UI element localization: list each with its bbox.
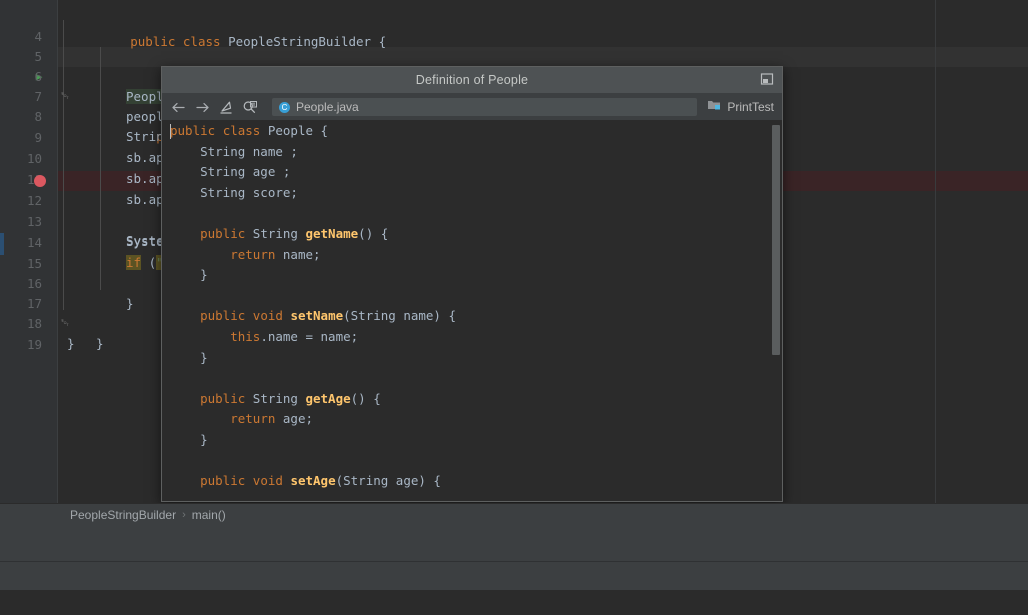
popup-code-line: public String getName() {: [170, 224, 388, 245]
popup-code-line: public void setName(String name) {: [170, 306, 456, 327]
popup-code-view[interactable]: public class People { String name ; Stri…: [162, 121, 782, 501]
breakpoint-icon[interactable]: [34, 175, 46, 187]
popup-scrollbar-thumb[interactable]: [772, 125, 780, 355]
popup-module-name: PrintTest: [727, 100, 774, 114]
popup-code-line: String name ;: [170, 142, 298, 163]
popup-code-line: return name;: [170, 245, 321, 266]
popup-code-line: public class People {: [170, 121, 328, 142]
popup-code-line: String score;: [170, 183, 298, 204]
popup-toolbar[interactable]: C People.java PrintTest: [162, 94, 782, 121]
code-text-line17: }: [96, 334, 104, 354]
breadcrumb-item-class[interactable]: PeopleStringBuilder: [70, 508, 176, 522]
popup-file-name: People.java: [296, 100, 359, 114]
popup-code-line: return age;: [170, 409, 313, 430]
forward-arrow-icon[interactable]: [192, 97, 212, 117]
breadcrumb-item-method[interactable]: main(): [192, 508, 226, 522]
java-class-icon: C: [279, 102, 290, 113]
code-text-line18: }: [67, 334, 75, 354]
definition-popup[interactable]: Definition of People: [161, 66, 783, 502]
code-line: 6 People people = new People();: [0, 47, 1028, 67]
status-bar-panel[interactable]: [0, 562, 1028, 590]
edit-pencil-icon[interactable]: [216, 97, 236, 117]
back-arrow-icon[interactable]: [168, 97, 188, 117]
breadcrumb[interactable]: PeopleStringBuilder › main(): [70, 508, 226, 522]
find-usages-icon[interactable]: [240, 97, 260, 117]
popup-code-line: String age ;: [170, 162, 290, 183]
popup-title-bar[interactable]: Definition of People: [162, 67, 782, 94]
popup-code-line: this.name = name;: [170, 327, 358, 348]
ide-window: public class PeopleStringBuilder { 4 5 ▶…: [0, 0, 1028, 615]
popup-scrollbar[interactable]: [770, 121, 782, 501]
popup-file-chip[interactable]: C People.java: [272, 98, 697, 116]
popup-code-line: public String getAge() {: [170, 389, 381, 410]
line-number: 19: [0, 335, 42, 355]
code-line: 5 ▶ ␄ public static void main(String[] a…: [0, 27, 1028, 47]
popup-module[interactable]: PrintTest: [707, 98, 776, 116]
code-line: 4: [0, 7, 1028, 27]
popup-title: Definition of People: [416, 73, 528, 87]
popup-code-line: ...: [170, 492, 253, 501]
module-folder-icon: [707, 98, 722, 116]
bottom-dark-strip: [0, 590, 1028, 615]
popup-code-line: }: [170, 265, 208, 286]
breadcrumb-bar: PeopleStringBuilder › main(): [0, 503, 1028, 526]
popup-code-line: }: [170, 430, 208, 451]
popup-code-line: }: [170, 348, 208, 369]
pin-window-icon[interactable]: [760, 72, 774, 86]
breadcrumb-separator-icon: ›: [182, 509, 186, 521]
popup-code-line: public void setAge(String age) {: [170, 471, 441, 492]
bottom-tool-panel[interactable]: [0, 525, 1028, 565]
popup-gutter-strip: [162, 121, 165, 501]
